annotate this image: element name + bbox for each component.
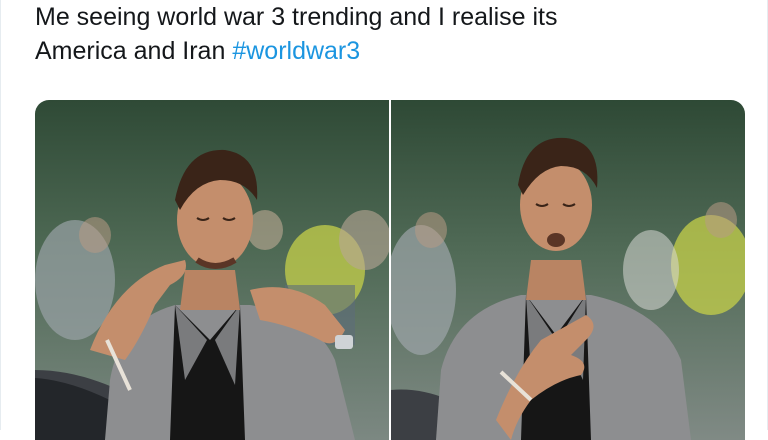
tweet-text-line-2-prefix: America and Iran <box>35 37 233 65</box>
tweet-media-grid <box>35 100 745 440</box>
tweet-card: Me seeing world war 3 trending and I rea… <box>0 0 768 440</box>
relieved-man-photo-right <box>391 100 745 440</box>
relieved-man-photo-left <box>35 100 389 440</box>
tweet-text-line-1: Me seeing world war 3 trending and I rea… <box>35 3 558 31</box>
photo-left[interactable] <box>35 100 389 440</box>
hashtag-link[interactable]: #worldwar3 <box>232 37 360 65</box>
tweet-text: Me seeing world war 3 trending and I rea… <box>35 0 735 68</box>
photo-right[interactable] <box>391 100 745 440</box>
tweet-text-line-2: America and Iran #worldwar3 <box>35 34 735 68</box>
